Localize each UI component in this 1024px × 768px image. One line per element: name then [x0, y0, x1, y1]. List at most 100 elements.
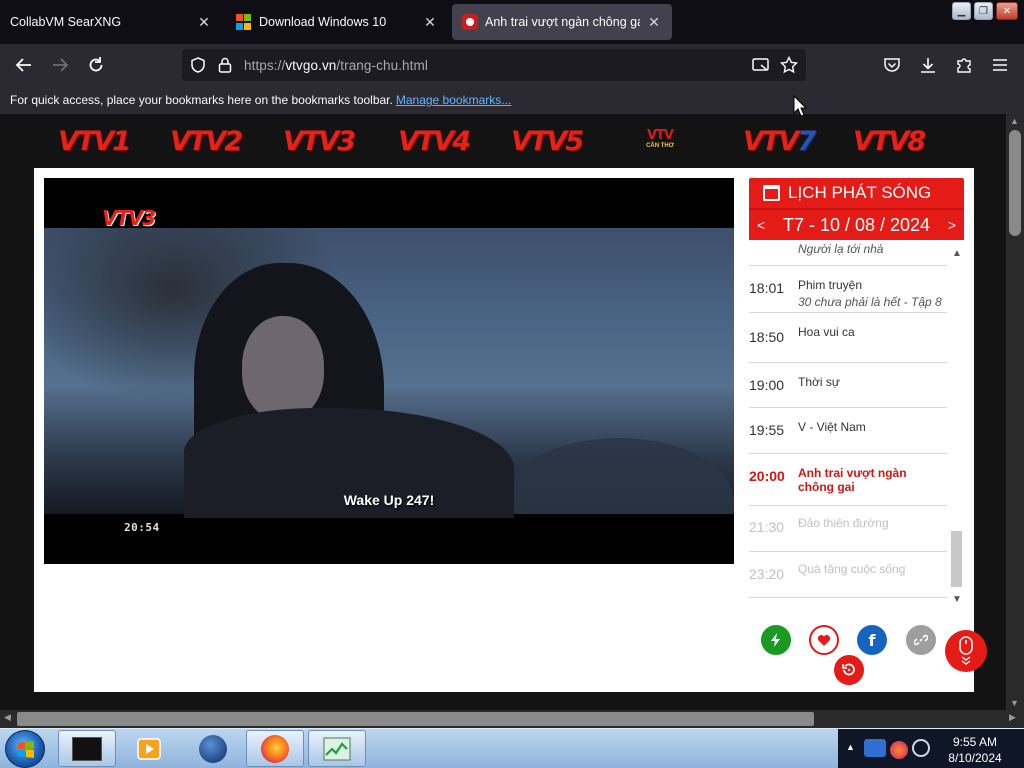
channel-vtv1-logo[interactable]: VTV 1	[58, 126, 131, 157]
tab-title: Download Windows 10	[259, 15, 387, 29]
taskbar-app-network[interactable]	[184, 730, 242, 767]
media-player-icon	[137, 737, 161, 760]
list-item[interactable]: 23:20 Quà tặng cuộc sống	[749, 552, 947, 598]
heart-icon	[817, 634, 831, 646]
next-day-button[interactable]: >	[948, 217, 956, 233]
player-panel: VTV3 Wake Up 247! 20:54 LỊCH PHÁT SÓNG <…	[34, 168, 974, 692]
downloads-button[interactable]	[916, 53, 940, 77]
taskbar-app-terminal[interactable]	[58, 730, 116, 767]
url-text: https://vtvgo.vn/trang-chu.html	[244, 57, 428, 73]
close-window-button[interactable]: ✕	[996, 2, 1018, 20]
restore-button[interactable]: ❐	[974, 2, 993, 20]
channel-vtv8-logo[interactable]: VTV 8	[853, 126, 926, 157]
lock-icon[interactable]	[218, 57, 232, 73]
scroll-down-icon[interactable]: ▼	[1010, 698, 1019, 708]
lightning-icon	[771, 633, 780, 647]
page-content: VTV 1 VTV 2 VTV 3 VTV 4 VTV 5 VTV CẦN THƠ VTV…	[0, 114, 1006, 710]
video-frame	[44, 228, 734, 518]
scroll-up-icon[interactable]: ▲	[1010, 116, 1019, 126]
list-item-current[interactable]: 20:00 Anh trai vượt ngàn chông gai	[749, 454, 947, 506]
reload-button[interactable]	[84, 53, 108, 77]
schedule-title: LỊCH PHÁT SÓNG	[788, 183, 932, 202]
pocket-button[interactable]	[880, 53, 904, 77]
facebook-icon: f	[868, 630, 876, 650]
tab-title: CollabVM SearXNG	[10, 15, 122, 29]
network-icon[interactable]	[864, 739, 886, 757]
extensions-button[interactable]	[952, 53, 976, 77]
favorite-button[interactable]	[809, 625, 839, 655]
menu-button[interactable]	[988, 53, 1012, 77]
replay-icon	[842, 663, 855, 676]
taskbar-clock[interactable]: 9:55 AM 8/10/2024	[928, 734, 1022, 766]
back-button[interactable]	[12, 53, 36, 77]
tab-download-windows[interactable]: Download Windows 10 ✕	[226, 4, 448, 40]
task-manager-icon	[323, 737, 351, 760]
terminal-icon	[72, 736, 102, 761]
show-hidden-icons-icon[interactable]: ▲	[846, 742, 855, 752]
facebook-share-button[interactable]: f	[857, 625, 887, 655]
firefox-tray-icon[interactable]	[890, 741, 908, 759]
scroll-mouse-button[interactable]	[945, 630, 987, 672]
schedule-header: LỊCH PHÁT SÓNG	[749, 178, 964, 208]
schedule-scroll-thumb[interactable]	[951, 531, 962, 587]
channel-vtv-can-tho-logo[interactable]: VTV CẦN THƠ	[640, 128, 680, 156]
replay-button[interactable]	[834, 655, 864, 685]
navigation-toolbar: https://vtvgo.vn/trang-chu.html	[0, 44, 1024, 86]
video-subtitle: Wake Up 247!	[343, 492, 435, 508]
back-arrow-icon	[15, 58, 31, 72]
scroll-left-icon[interactable]: ◀	[4, 712, 11, 723]
taskbar-app-task-manager[interactable]	[308, 730, 366, 767]
schedule-scrollbar[interactable]: ▲ ▼	[949, 248, 964, 608]
windows-logo-icon	[18, 741, 34, 758]
page-horizontal-scrollbar[interactable]: ◀ ▶	[0, 710, 1024, 728]
taskbar-app-media-player[interactable]	[120, 730, 178, 767]
window-controls: ▁ ❐ ✕	[952, 2, 1018, 20]
forward-button[interactable]	[48, 53, 72, 77]
lightning-button[interactable]	[761, 625, 791, 655]
page-vertical-scrollbar[interactable]: ▲ ▼	[1006, 114, 1024, 710]
address-bar[interactable]: https://vtvgo.vn/trang-chu.html	[182, 49, 806, 81]
prev-day-button[interactable]: <	[757, 217, 765, 233]
taskbar-app-firefox[interactable]	[246, 730, 304, 767]
download-icon	[921, 58, 935, 73]
close-tab-icon[interactable]: ✕	[422, 14, 438, 30]
schedule-date-nav: < T7 - 10 / 08 / 2024 >	[749, 208, 964, 240]
forward-arrow-icon	[53, 58, 69, 72]
video-timestamp: 20:54	[124, 521, 160, 534]
bookmark-star-icon[interactable]	[780, 56, 798, 74]
channel-vtv2-logo[interactable]: VTV 2	[170, 126, 243, 157]
minimize-button[interactable]: ▁	[952, 2, 971, 20]
list-item[interactable]: 18:01 Phim truyện 30 chưa phải là hết - …	[749, 266, 947, 313]
share-actions: f	[761, 625, 936, 685]
picture-in-picture-icon[interactable]	[752, 57, 770, 73]
list-item[interactable]: 19:55 V - Việt Nam	[749, 408, 947, 454]
scroll-down-icon[interactable]: ▼	[952, 594, 962, 605]
tab-collabvm-searxng[interactable]: CollabVM SearXNG ✕	[0, 4, 222, 40]
close-tab-icon[interactable]: ✕	[646, 14, 662, 30]
page-scroll-thumb[interactable]	[1009, 130, 1021, 236]
tab-vtvgo-active[interactable]: Anh trai vượt ngàn chông gai - ✕	[452, 4, 672, 40]
video-player[interactable]: VTV3 Wake Up 247! 20:54	[44, 178, 734, 564]
schedule-date: T7 - 10 / 08 / 2024	[782, 214, 931, 235]
channel-vtv4-logo[interactable]: VTV 4	[398, 126, 471, 157]
close-tab-icon[interactable]: ✕	[196, 14, 212, 30]
start-button[interactable]	[5, 730, 45, 768]
pocket-icon	[884, 58, 900, 72]
list-item[interactable]: 18:50 Hoa vui ca	[749, 313, 947, 363]
horizontal-scroll-thumb[interactable]	[17, 712, 814, 726]
manage-bookmarks-link[interactable]: Manage bookmarks...	[396, 93, 511, 107]
list-item[interactable]: Người lạ tới nhà	[749, 244, 947, 266]
schedule-list[interactable]: Người lạ tới nhà 18:01 Phim truyện 30 ch…	[749, 244, 964, 608]
clock-time: 9:55 AM	[952, 735, 998, 749]
list-item[interactable]: 21:30 Đảo thiên đường	[749, 506, 947, 552]
channel-vtv3-logo[interactable]: VTV 3	[283, 126, 356, 157]
shield-icon[interactable]	[190, 57, 206, 73]
channel-bar: VTV 1 VTV 2 VTV 3 VTV 4 VTV 5 VTV CẦN THƠ VTV…	[0, 114, 1006, 166]
channel-vtv7-logo[interactable]: VTV 7	[743, 126, 816, 157]
list-item[interactable]: 19:00 Thời sự	[749, 363, 947, 408]
scroll-up-icon[interactable]: ▲	[952, 248, 962, 259]
channel-vtv5-logo[interactable]: VTV 5	[511, 126, 584, 157]
scroll-right-icon[interactable]: ▶	[1009, 712, 1016, 723]
schedule-panel: LỊCH PHÁT SÓNG < T7 - 10 / 08 / 2024 > N…	[749, 178, 964, 608]
copy-link-button[interactable]	[906, 625, 936, 655]
